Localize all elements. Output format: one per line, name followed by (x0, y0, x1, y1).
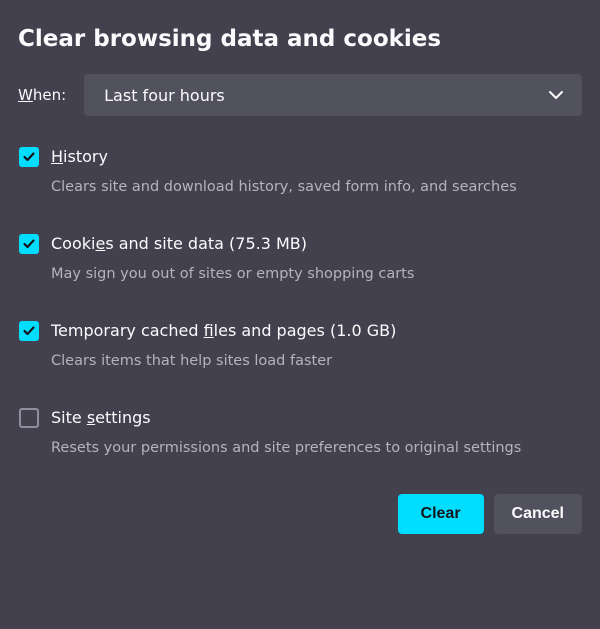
dialog-title: Clear browsing data and cookies (18, 26, 582, 52)
option-history-checkbox[interactable] (19, 147, 39, 167)
clear-data-dialog: Clear browsing data and cookies When: La… (0, 0, 600, 552)
clear-button[interactable]: Clear (398, 494, 484, 534)
when-label: When: (18, 86, 66, 104)
option-site-settings-label[interactable]: Site settings (51, 407, 521, 429)
dialog-actions: Clear Cancel (18, 494, 582, 534)
option-history-label[interactable]: History (51, 146, 517, 168)
chevron-down-icon (548, 87, 564, 103)
when-selected-value: Last four hours (104, 86, 225, 105)
when-select[interactable]: Last four hours (84, 74, 582, 116)
option-cache-checkbox[interactable] (19, 321, 39, 341)
option-cache-description: Clears items that help sites load faster (51, 352, 396, 371)
option-cookies-description: May sign you out of sites or empty shopp… (51, 265, 414, 284)
option-site-settings: Site settings Resets your permissions and… (18, 407, 582, 458)
when-row: When: Last four hours (18, 74, 582, 116)
option-cookies: Cookies and site data (75.3 MB) May sign … (18, 233, 582, 284)
option-cookies-checkbox[interactable] (19, 234, 39, 254)
options-list: History Clears site and download history,… (18, 146, 582, 458)
option-site-settings-checkbox[interactable] (19, 408, 39, 428)
option-history: History Clears site and download history,… (18, 146, 582, 197)
option-site-settings-description: Resets your permissions and site prefere… (51, 439, 521, 458)
cancel-button[interactable]: Cancel (494, 494, 582, 534)
option-history-description: Clears site and download history, saved … (51, 178, 517, 197)
option-cache-label[interactable]: Temporary cached files and pages (1.0 GB… (51, 320, 396, 342)
option-cache: Temporary cached files and pages (1.0 GB… (18, 320, 582, 371)
option-cookies-label[interactable]: Cookies and site data (75.3 MB) (51, 233, 414, 255)
